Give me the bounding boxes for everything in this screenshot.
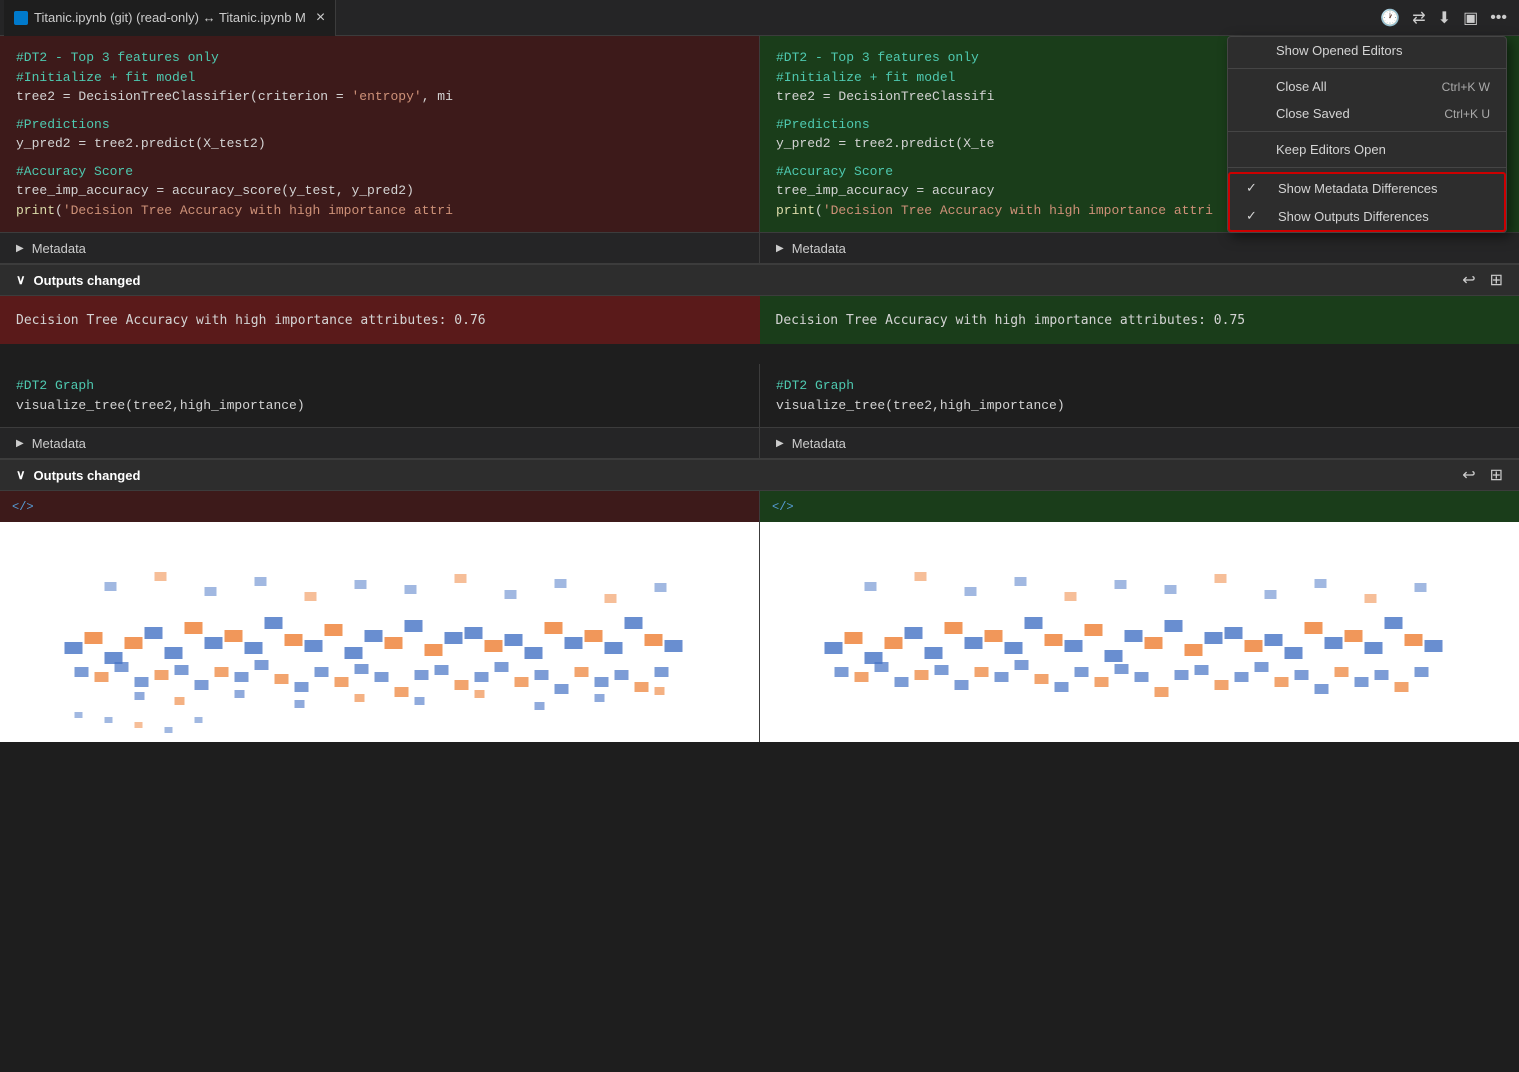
- menu-close-all-label: Close All: [1276, 79, 1426, 94]
- menu-metadata-diff-label: Show Metadata Differences: [1278, 181, 1488, 196]
- menu-divider-3: [1228, 167, 1506, 168]
- menu-close-saved[interactable]: Close Saved Ctrl+K U: [1228, 100, 1506, 127]
- menu-show-metadata-diff[interactable]: ✓ Show Metadata Differences: [1230, 174, 1504, 202]
- menu-show-outputs-diff[interactable]: ✓ Show Outputs Differences: [1230, 202, 1504, 230]
- menu-divider-2: [1228, 131, 1506, 132]
- menu-show-opened-editors[interactable]: Show Opened Editors: [1228, 37, 1506, 64]
- menu-close-all-shortcut: Ctrl+K W: [1442, 80, 1490, 94]
- menu-keep-editors-label: Keep Editors Open: [1276, 142, 1490, 157]
- menu-close-saved-shortcut: Ctrl+K U: [1444, 107, 1490, 121]
- menu-divider-1: [1228, 68, 1506, 69]
- menu-highlighted-section: ✓ Show Metadata Differences ✓ Show Outpu…: [1228, 172, 1506, 232]
- menu-opened-editors-label: Show Opened Editors: [1276, 43, 1490, 58]
- menu-close-saved-label: Close Saved: [1276, 106, 1428, 121]
- context-menu-overlay[interactable]: Show Opened Editors Close All Ctrl+K W C…: [0, 0, 1519, 1072]
- menu-close-all[interactable]: Close All Ctrl+K W: [1228, 73, 1506, 100]
- menu-keep-editors-open[interactable]: Keep Editors Open: [1228, 136, 1506, 163]
- metadata-checkmark: ✓: [1246, 180, 1262, 196]
- context-menu: Show Opened Editors Close All Ctrl+K W C…: [1227, 36, 1507, 233]
- menu-outputs-diff-label: Show Outputs Differences: [1278, 209, 1488, 224]
- outputs-checkmark: ✓: [1246, 208, 1262, 224]
